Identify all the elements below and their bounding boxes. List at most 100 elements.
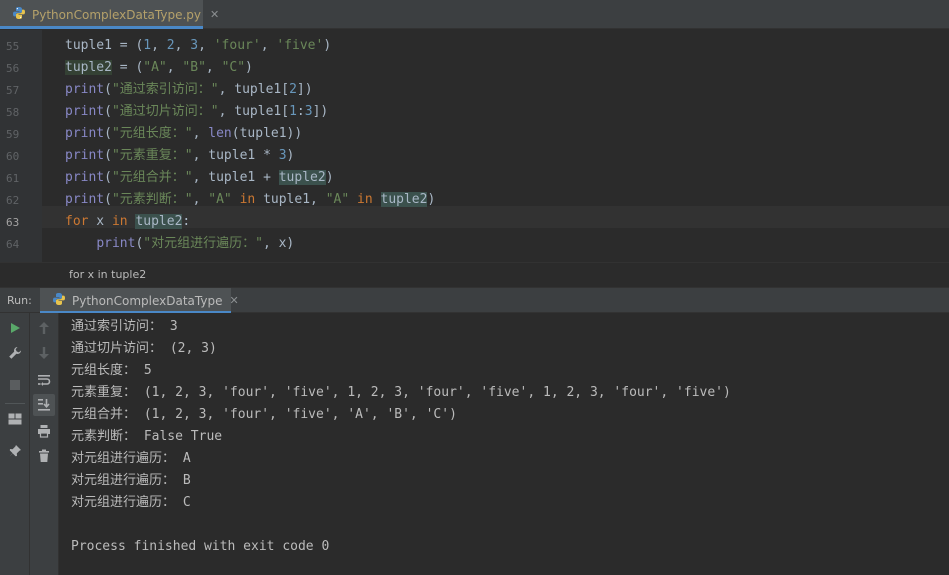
line-number: 64: [6, 238, 20, 251]
layout-icon[interactable]: [4, 408, 26, 430]
code-token: = (: [111, 38, 144, 53]
code-token: x: [88, 214, 112, 229]
code-token: in: [357, 192, 373, 207]
run-tool-window-header: Run: PythonComplexDataType ✕: [0, 287, 949, 314]
code-token: 2: [166, 38, 175, 53]
console-line: 通过切片访问： (2, 3): [71, 341, 217, 356]
run-panel: 通过索引访问： 3 通过切片访问： (2, 3) 元组长度： 5 元素重复： (…: [0, 313, 949, 575]
code-token: tuple2: [135, 214, 183, 229]
code-token: tuple1: [65, 38, 112, 53]
rerun-icon[interactable]: [4, 317, 26, 339]
print-icon[interactable]: [33, 420, 55, 442]
code-token: 3: [304, 104, 313, 119]
code-token: ,: [198, 38, 214, 53]
line-number: 60: [6, 150, 20, 163]
code-token: ,: [260, 38, 277, 53]
code-line-62[interactable]: print("元素判断：", "A" in tuple1, "A" in tup…: [65, 189, 435, 211]
breadcrumb-item[interactable]: for x in tuple2: [69, 268, 146, 281]
code-token: print: [65, 104, 105, 119]
line-number: 56: [6, 62, 20, 75]
code-line-58[interactable]: print("通过切片访问：", tuple1[1:3]): [65, 101, 328, 123]
active-tab-indicator: [0, 26, 203, 29]
code-token: tuple2: [278, 170, 326, 185]
down-arrow-icon[interactable]: [33, 342, 55, 364]
line-number: 59: [6, 128, 20, 141]
line-number: 57: [6, 84, 20, 97]
code-token: tuple2: [65, 60, 112, 75]
toolbar-separator: [5, 403, 25, 404]
wrench-icon[interactable]: [4, 342, 26, 364]
code-token: (: [104, 192, 112, 207]
code-token: "A": [208, 192, 232, 207]
code-token: "通过切片访问：": [111, 104, 219, 119]
code-token: (tuple1)): [231, 126, 303, 141]
code-token: ,: [166, 60, 183, 75]
soft-wrap-icon[interactable]: [33, 369, 55, 391]
up-arrow-icon[interactable]: [33, 317, 55, 339]
close-tab-icon[interactable]: ✕: [210, 8, 219, 21]
code-token: , tuple1 +: [192, 170, 279, 185]
code-token: 2: [289, 82, 297, 97]
code-token: ,: [192, 192, 209, 207]
trash-icon[interactable]: [33, 445, 55, 467]
console-line: 元素重复： (1, 2, 3, 'four', 'five', 1, 2, 3,…: [71, 385, 731, 400]
code-line-56[interactable]: tuple2 = ("A", "B", "C"): [65, 57, 253, 79]
code-token: ): [323, 38, 332, 53]
code-token: = (: [111, 60, 144, 75]
console-line: 对元组进行遍历： A: [71, 451, 191, 466]
code-token: ]): [296, 82, 313, 97]
run-config-tab[interactable]: PythonComplexDataType ✕: [40, 288, 239, 313]
code-editor[interactable]: 55 56 57 58 59 60 61 62 63 64 tuple1 = (…: [0, 30, 949, 262]
code-token: len: [208, 126, 232, 141]
code-line-60[interactable]: print("元素重复：", tuple1 * 3): [65, 145, 294, 167]
code-line-55[interactable]: tuple1 = (1, 2, 3, 'four', 'five'): [65, 35, 331, 57]
code-token: , tuple1 *: [192, 148, 279, 163]
code-token: , x): [262, 236, 295, 251]
scroll-to-end-icon[interactable]: [33, 394, 55, 416]
stop-icon[interactable]: [4, 374, 26, 396]
console-line: 元组合并： (1, 2, 3, 'four', 'five', 'A', 'B'…: [71, 407, 457, 422]
code-token: for: [65, 214, 89, 229]
pin-icon[interactable]: [4, 440, 26, 462]
code-token: (: [104, 104, 112, 119]
code-token: :: [296, 104, 305, 119]
code-token: ,: [205, 60, 222, 75]
code-line-63[interactable]: for x in tuple2:: [65, 211, 190, 233]
code-token: ): [245, 60, 253, 75]
code-token: print: [96, 236, 136, 251]
code-token: , tuple1[: [218, 82, 290, 97]
code-line-64[interactable]: print("对元组进行遍历：", x): [65, 233, 294, 255]
code-token: "对元组进行遍历：": [143, 236, 263, 251]
code-line-57[interactable]: print("通过索引访问：", tuple1[2]): [65, 79, 313, 101]
code-token: "通过索引访问：": [111, 82, 219, 97]
run-toolbar-primary: [0, 313, 30, 575]
code-token: ,: [174, 38, 191, 53]
breadcrumb: for x in tuple2: [0, 262, 949, 287]
code-line-61[interactable]: print("元组合并：", tuple1 + tuple2): [65, 167, 334, 189]
code-token: tuple2: [380, 192, 428, 207]
line-number-current: 63: [6, 216, 20, 229]
code-token: ]): [312, 104, 329, 119]
code-token: in: [111, 214, 128, 229]
code-token: , tuple1[: [218, 104, 290, 119]
run-tab-label: PythonComplexDataType: [72, 293, 223, 308]
console-line: 对元组进行遍历： C: [71, 495, 191, 510]
console-line: 对元组进行遍历： B: [71, 473, 191, 488]
close-run-tab-icon[interactable]: ✕: [229, 294, 238, 307]
editor-tab[interactable]: PythonComplexDataType.py ✕: [0, 0, 219, 29]
code-token: print: [65, 82, 105, 97]
code-token: 3: [278, 148, 287, 163]
code-token: (: [104, 170, 112, 185]
code-token: print: [65, 170, 105, 185]
code-token: in: [239, 192, 256, 207]
code-token: "A": [143, 60, 167, 75]
console-line: 通过索引访问： 3: [71, 319, 178, 334]
code-token: "B": [182, 60, 206, 75]
code-line-59[interactable]: print("元组长度：", len(tuple1)): [65, 123, 302, 145]
code-token: "元组合并：": [111, 170, 193, 185]
code-token: tuple1,: [255, 192, 326, 207]
